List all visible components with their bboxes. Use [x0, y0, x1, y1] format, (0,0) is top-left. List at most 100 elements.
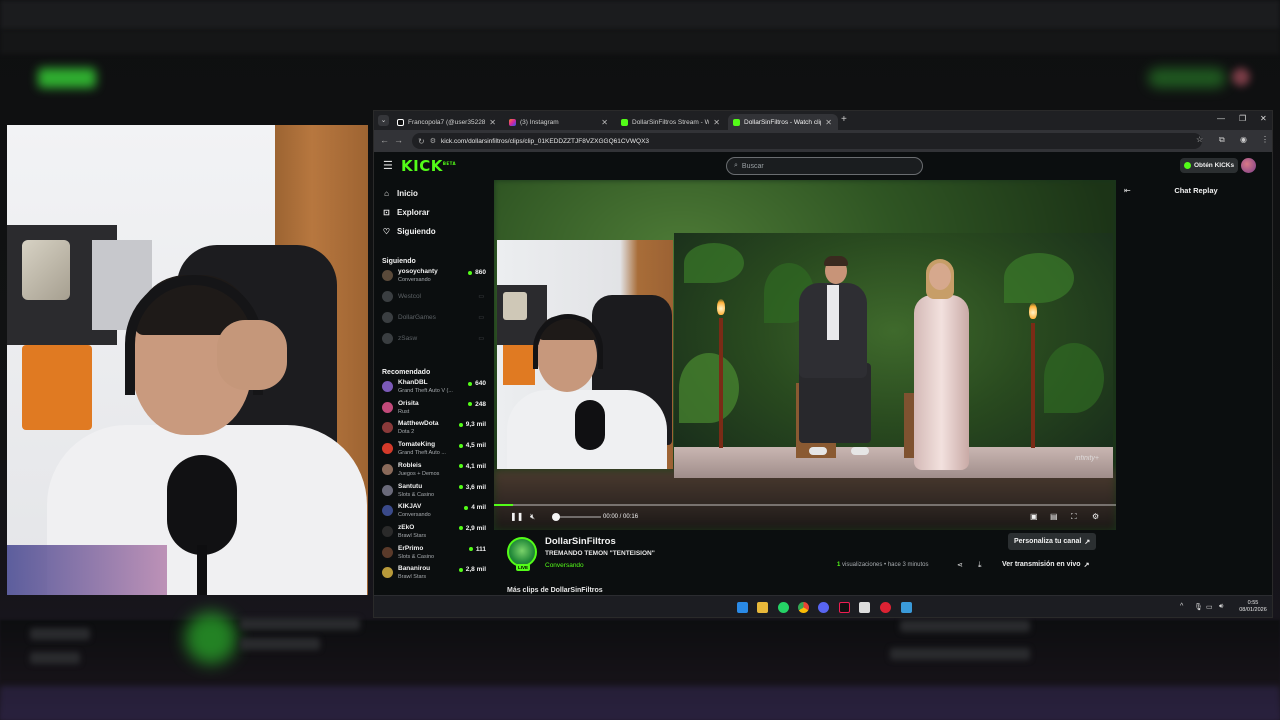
- browser-toolbar: ← → ↻ ⚙ kick.com/dollarsinfiltros/clips/…: [374, 130, 1272, 152]
- tab-kick-clips[interactable]: DollarSinFiltros - Watch clips or ✕: [728, 114, 838, 130]
- nav-inicio[interactable]: ⌂ Inicio: [382, 189, 418, 198]
- kicks-coin-icon: [1184, 162, 1191, 169]
- new-tab-button[interactable]: +: [841, 115, 847, 125]
- viewer-count: 9,3 mil: [458, 421, 486, 428]
- get-kicks-button[interactable]: Obtén KICKs: [1180, 158, 1239, 173]
- discord-icon[interactable]: [818, 602, 829, 613]
- taskbar-clock[interactable]: 0:55 08/01/2026: [1234, 600, 1272, 614]
- following-channel-dollargames[interactable]: DollarGames ▭: [382, 309, 490, 328]
- channel-name: TomateKing: [398, 441, 436, 449]
- app-icon[interactable]: [901, 602, 912, 613]
- progress-bar[interactable]: [494, 504, 1116, 506]
- download-icon[interactable]: ⤓: [978, 560, 982, 570]
- tray-chevron-icon[interactable]: ^: [1180, 603, 1183, 610]
- following-channel-zsasw[interactable]: zSasw ▭: [382, 330, 490, 349]
- share-icon[interactable]: ⋖: [957, 561, 963, 569]
- channel-name: MatthewDota: [398, 420, 439, 428]
- file-explorer-icon[interactable]: [757, 602, 768, 613]
- profile-icon[interactable]: ◉: [1240, 135, 1247, 144]
- windows-taskbar: ^ 🎙︎ ▭ 🔊︎ 0:55 08/01/2026: [374, 595, 1272, 617]
- back-icon[interactable]: ←: [380, 135, 389, 145]
- minimize-icon[interactable]: —: [1217, 114, 1225, 123]
- tab-search-button[interactable]: ⌄: [378, 115, 389, 126]
- customize-channel-button[interactable]: Personaliza tu canal ↗: [1008, 533, 1097, 550]
- background-text-bar: [30, 628, 90, 640]
- recommended-channel[interactable]: Robleis Juegos + Demos 4,1 mil: [382, 461, 490, 480]
- clip-category[interactable]: Conversando: [545, 562, 584, 569]
- recommended-channel[interactable]: Orisita Rust 248: [382, 399, 490, 418]
- recommended-channel[interactable]: KhanDBL Grand Theft Auto V (... 640: [382, 378, 490, 397]
- woman-head: [929, 263, 951, 290]
- tab-title: Francopola7 (@user3522843906: [408, 118, 486, 126]
- get-kicks-label: Obtén KICKs: [1194, 162, 1235, 169]
- forward-icon[interactable]: →: [394, 135, 403, 145]
- video-webcam-orange-box: [503, 345, 535, 385]
- nav-siguiendo[interactable]: ♡ Siguiendo: [382, 227, 436, 236]
- obs-icon[interactable]: [880, 602, 891, 613]
- tiktok-icon[interactable]: [839, 602, 850, 613]
- recommended-channel[interactable]: zEkO Brawl Stars 2,9 mil: [382, 523, 490, 542]
- clock-date: 08/01/2026: [1239, 607, 1267, 613]
- search-input[interactable]: ⌕ Buscar: [726, 157, 923, 175]
- volume-icon[interactable]: 🔊︎: [1219, 603, 1223, 611]
- theater-mode-icon[interactable]: ▤: [1050, 513, 1058, 521]
- background-text-bar: [240, 618, 360, 630]
- following-channel-yosoychanty[interactable]: yosoychanty Conversando 860: [382, 267, 490, 286]
- fullscreen-icon[interactable]: ⛶: [1071, 513, 1077, 521]
- settings-icon[interactable]: ⚙: [1092, 513, 1099, 521]
- volume-knob[interactable]: [552, 513, 560, 521]
- watch-live-button[interactable]: Ver transmisión en vivo ↗: [996, 557, 1095, 572]
- site-info-icon[interactable]: ⚙: [430, 137, 436, 145]
- bookmark-star-icon[interactable]: ☆: [1196, 135, 1203, 144]
- kick-logo[interactable]: KICKBETA: [401, 157, 456, 175]
- tab-title: DollarSinFiltros - Watch clips or: [744, 118, 821, 126]
- following-channel-westcol[interactable]: Westcol ▭: [382, 288, 490, 307]
- tab-tiktok[interactable]: Francopola7 (@user3522843906 ✕: [392, 114, 502, 130]
- user-avatar[interactable]: [1241, 158, 1256, 173]
- kick-logo-text: KICK: [401, 157, 443, 175]
- video-webcam-inset: [497, 240, 673, 469]
- pip-icon[interactable]: ▣: [1030, 513, 1038, 521]
- channel-name[interactable]: DollarSinFiltros: [545, 536, 616, 547]
- viewer-count-value: 3,6 mil: [465, 483, 486, 491]
- muted-speaker-icon[interactable]: 🔇︎: [530, 513, 535, 521]
- viewer-count-value: 2,9 mil: [465, 524, 486, 532]
- close-window-icon[interactable]: ✕: [1260, 114, 1267, 123]
- url-text: kick.com/dollarsinfiltros/clips/clip_01K…: [440, 137, 650, 145]
- extensions-icon[interactable]: ⧉: [1219, 135, 1225, 145]
- close-tab-icon[interactable]: ✕: [489, 118, 496, 127]
- tab-kick-stream[interactable]: DollarSinFiltros Stream - Watch ✕: [616, 114, 726, 130]
- volume-slider[interactable]: [556, 516, 601, 518]
- windows-start-icon[interactable]: [737, 602, 748, 613]
- address-bar[interactable]: ↻ ⚙ kick.com/dollarsinfiltros/clips/clip…: [412, 133, 1202, 149]
- video-player[interactable]: infinity+ ❚❚ 🔇︎ 00:00 / 00:16 ▣ ▤ ⛶ ⚙: [494, 180, 1116, 530]
- recommended-channel[interactable]: KIKJAV Conversando 4 mil: [382, 502, 490, 521]
- close-tab-icon[interactable]: ✕: [601, 118, 608, 127]
- recommended-channel[interactable]: TomateKing Grand Theft Auto ... 4,5 mil: [382, 440, 490, 459]
- app-icon[interactable]: [859, 602, 870, 613]
- channel-category: Brawl Stars: [398, 532, 427, 539]
- restore-icon[interactable]: ❐: [1239, 114, 1246, 123]
- channel-avatar: [382, 443, 393, 455]
- nav-explorar[interactable]: ⊡ Explorar: [382, 208, 429, 217]
- tab-instagram[interactable]: (3) Instagram ✕: [504, 114, 614, 130]
- close-tab-icon[interactable]: ✕: [825, 118, 832, 127]
- recommended-channel[interactable]: Santutu Slots & Casino 3,6 mil: [382, 482, 490, 501]
- jungle-leaf: [679, 353, 739, 423]
- network-icon[interactable]: ▭: [1206, 603, 1213, 611]
- recommended-channel[interactable]: Bananirou Brawl Stars 2,8 mil: [382, 564, 490, 583]
- channel-avatar: [382, 270, 393, 281]
- whatsapp-icon[interactable]: [778, 602, 789, 613]
- reload-icon[interactable]: ↻: [418, 137, 425, 146]
- menu-icon[interactable]: ☰: [383, 159, 393, 172]
- close-tab-icon[interactable]: ✕: [713, 118, 720, 127]
- chrome-icon[interactable]: [798, 602, 809, 613]
- viewer-count: 248: [468, 401, 486, 408]
- channel-avatar[interactable]: [507, 537, 537, 567]
- recommended-channel[interactable]: MatthewDota Dota 2 9,3 mil: [382, 419, 490, 438]
- recommended-channel[interactable]: ErPrimo Slots & Casino 111: [382, 544, 490, 563]
- browser-menu-icon[interactable]: ⋮: [1261, 135, 1269, 144]
- microphone-icon[interactable]: 🎙︎: [1194, 603, 1203, 611]
- torch-flame: [717, 299, 725, 315]
- pause-icon[interactable]: ❚❚: [510, 513, 523, 521]
